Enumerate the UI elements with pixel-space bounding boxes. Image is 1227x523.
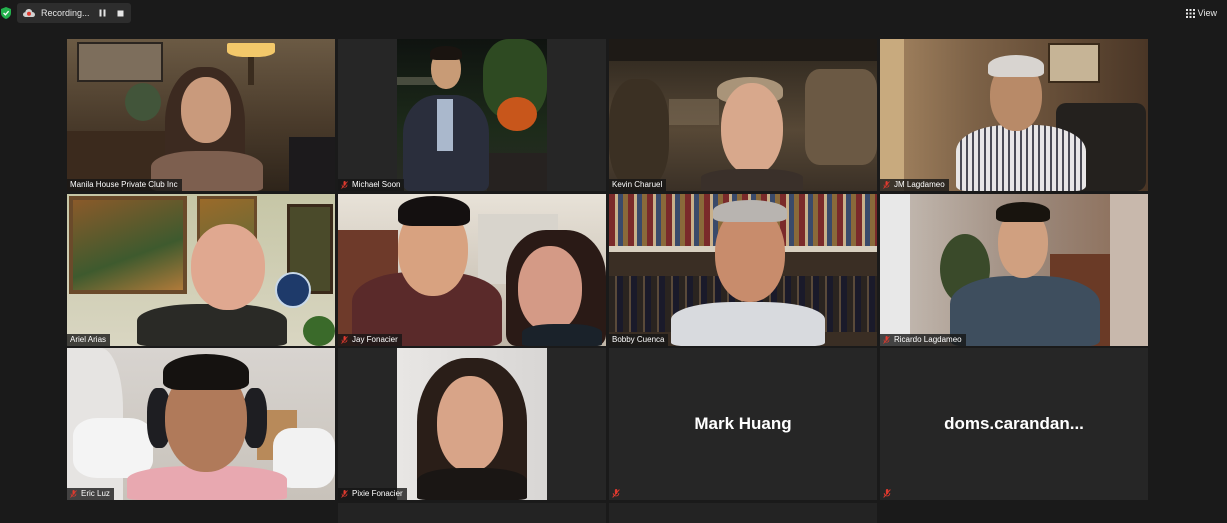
participant-name-tag: JM Lagdameo	[880, 179, 949, 191]
participant-name: Ariel Arias	[70, 335, 107, 344]
shield-icon[interactable]	[1, 7, 11, 19]
participant-video	[609, 194, 877, 346]
view-button[interactable]: View	[1185, 6, 1217, 20]
participant-name-tag: Manila House Private Club Inc	[67, 179, 182, 191]
recording-label: Recording...	[41, 8, 90, 18]
video-tile-pixie-fonacier[interactable]: Pixie Fonacier	[338, 348, 606, 500]
video-tile-mark-huang[interactable]: Mark Huang	[609, 348, 877, 500]
participant-name: Eric Luz	[81, 489, 110, 498]
meeting-top-bar: Recording... View	[0, 0, 1227, 26]
stop-recording-button[interactable]	[113, 6, 127, 20]
participant-video	[880, 39, 1148, 191]
pause-recording-button[interactable]	[95, 6, 109, 20]
participant-name-tag: Pixie Fonacier	[338, 488, 407, 500]
participant-video	[397, 39, 547, 191]
participant-name: Bobby Cuenca	[612, 335, 665, 344]
video-tile-jay-fonacier[interactable]: Jay Fonacier	[338, 194, 606, 346]
muted-microphone-icon	[883, 489, 891, 498]
participant-name: JM Lagdameo	[894, 180, 945, 189]
muted-microphone-icon	[70, 490, 77, 498]
participant-name: Manila House Private Club Inc	[70, 180, 178, 189]
video-tile-partial	[338, 503, 606, 523]
video-tile-michael-soon[interactable]: Michael Soon	[338, 39, 606, 191]
video-tile-bobby-cuenca[interactable]: Bobby Cuenca	[609, 194, 877, 346]
participant-name-tag: Jay Fonacier	[338, 334, 402, 346]
view-label: View	[1197, 8, 1217, 18]
participant-name-tag: Bobby Cuenca	[609, 334, 669, 346]
participant-video	[67, 194, 335, 346]
participant-video	[880, 194, 1148, 346]
participant-display-name: doms.carandan...	[944, 414, 1084, 433]
video-tile-doms-carandang[interactable]: doms.carandan...	[880, 348, 1148, 500]
muted-microphone-icon	[883, 181, 890, 189]
recording-indicator: Recording...	[17, 3, 131, 23]
participant-video	[338, 194, 606, 346]
pause-icon	[99, 9, 105, 17]
muted-microphone-icon	[341, 490, 348, 498]
participant-name-tag: Michael Soon	[338, 179, 405, 191]
participant-video	[397, 348, 547, 500]
video-tile-ariel-arias[interactable]: Ariel Arias	[67, 194, 335, 346]
participant-name-tag: Kevin Charuel	[609, 179, 667, 191]
muted-microphone-icon	[612, 489, 620, 498]
muted-microphone-icon	[883, 336, 890, 344]
participant-name-tag: Eric Luz	[67, 488, 114, 500]
participant-video	[67, 348, 335, 500]
participant-display-name: Mark Huang	[694, 414, 792, 433]
participant-name: Kevin Charuel	[612, 180, 663, 189]
video-tile-eric-luz[interactable]: Eric Luz	[67, 348, 335, 500]
cloud-recording-icon	[23, 9, 35, 17]
participant-video	[67, 39, 335, 191]
participant-name-tag: Ariel Arias	[67, 334, 111, 346]
muted-microphone-icon	[341, 336, 348, 344]
stop-icon	[117, 10, 123, 16]
video-tile-manila-house[interactable]: Manila House Private Club Inc	[67, 39, 335, 191]
participant-name: Ricardo Lagdameo	[894, 335, 962, 344]
participant-video	[609, 39, 877, 191]
video-tile-kevin-charuel[interactable]: Kevin Charuel	[609, 39, 877, 191]
participant-name: Pixie Fonacier	[352, 489, 403, 498]
video-tile-partial	[609, 503, 877, 523]
video-tile-ricardo-lagdameo[interactable]: Ricardo Lagdameo	[880, 194, 1148, 346]
participant-name-tag: Ricardo Lagdameo	[880, 334, 966, 346]
participant-name: Michael Soon	[352, 180, 401, 189]
participant-name: Jay Fonacier	[352, 335, 398, 344]
grid-view-icon	[1185, 8, 1195, 18]
muted-microphone-icon	[341, 181, 348, 189]
video-tile-jm-lagdameo[interactable]: JM Lagdameo	[880, 39, 1148, 191]
